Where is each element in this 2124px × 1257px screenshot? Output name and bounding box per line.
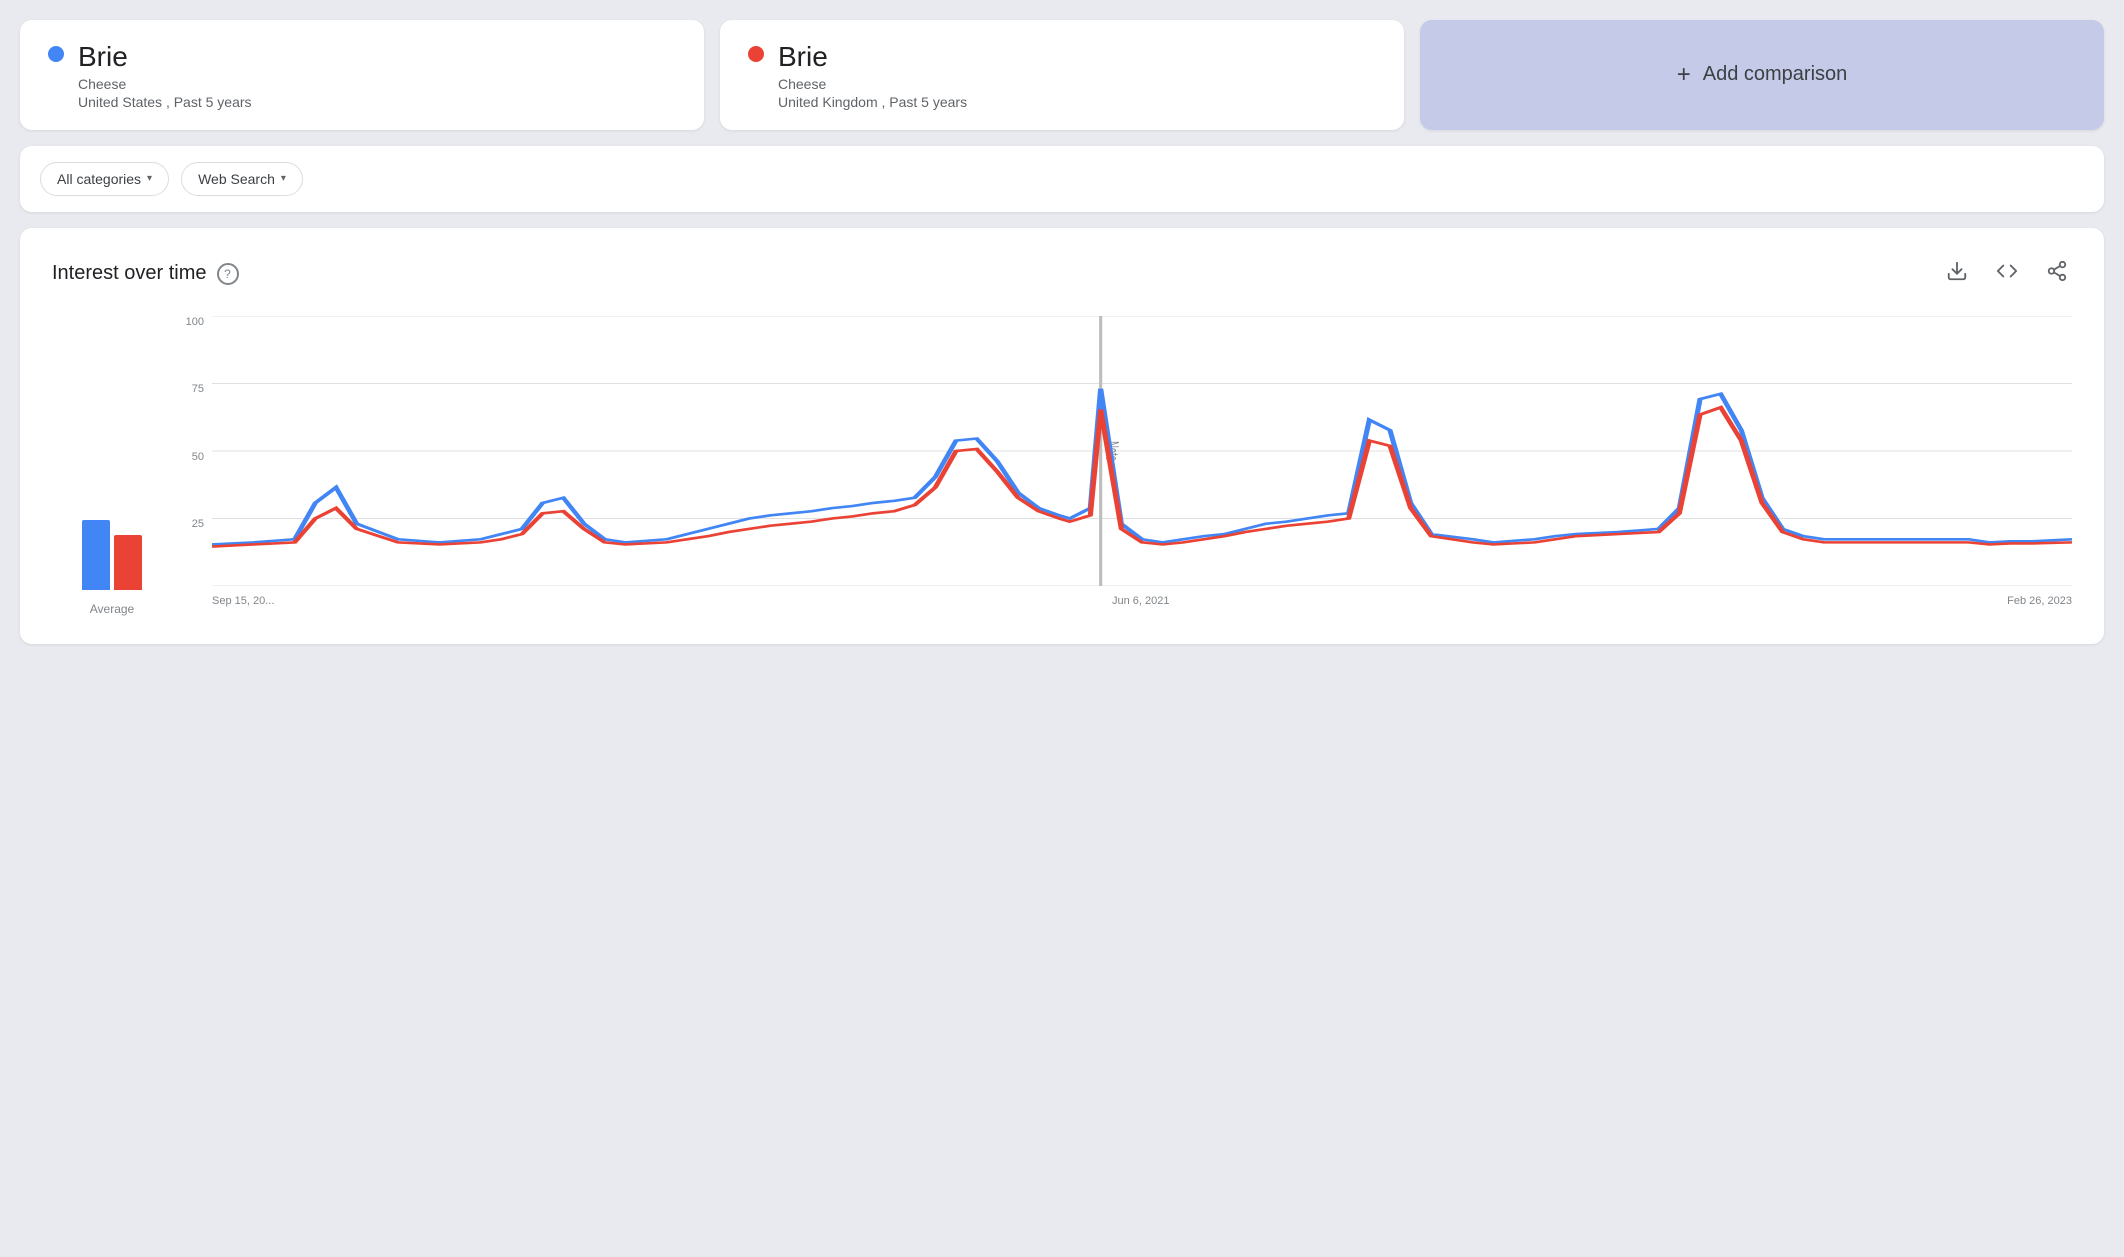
term-location-2: United Kingdom , Past 5 years bbox=[778, 94, 967, 110]
x-axis: Sep 15, 20... Jun 6, 2021 Feb 26, 2023 bbox=[212, 586, 2072, 616]
term-name-1: Brie bbox=[78, 40, 252, 74]
avg-bars bbox=[82, 510, 142, 590]
all-categories-dropdown[interactable]: All categories ▾ bbox=[40, 162, 169, 196]
chart-title-group: Interest over time ? bbox=[52, 262, 239, 285]
embed-button[interactable] bbox=[1992, 256, 2022, 292]
chevron-down-icon: ▾ bbox=[147, 173, 152, 184]
term-category-2: Cheese bbox=[778, 76, 967, 92]
help-icon-label: ? bbox=[224, 267, 231, 281]
web-search-dropdown[interactable]: Web Search ▾ bbox=[181, 162, 303, 196]
chart-svg: Note bbox=[212, 316, 2072, 586]
chart-header: Interest over time ? bbox=[52, 256, 2072, 292]
y-axis: 100 75 50 25 bbox=[172, 316, 212, 586]
chart-actions bbox=[1942, 256, 2072, 292]
top-section: Brie Cheese United States , Past 5 years… bbox=[20, 20, 2104, 130]
term-info-1: Brie Cheese United States , Past 5 years bbox=[78, 40, 252, 110]
chart-canvas: 100 75 50 25 bbox=[172, 316, 2072, 616]
x-label-start: Sep 15, 20... bbox=[212, 595, 274, 607]
help-icon[interactable]: ? bbox=[217, 263, 239, 285]
avg-bar-blue bbox=[82, 520, 110, 590]
web-search-label: Web Search bbox=[198, 171, 275, 187]
term-location-1: United States , Past 5 years bbox=[78, 94, 252, 110]
x-label-end: Feb 26, 2023 bbox=[2007, 595, 2072, 607]
download-button[interactable] bbox=[1942, 256, 1972, 292]
add-comparison-label: Add comparison bbox=[1703, 63, 1848, 86]
term-category-1: Cheese bbox=[78, 76, 252, 92]
chart-average-area: Average bbox=[52, 316, 172, 616]
blue-trend-line bbox=[212, 388, 2072, 544]
term-dot-1 bbox=[48, 46, 64, 62]
add-comparison-card[interactable]: + Add comparison bbox=[1420, 20, 2104, 130]
x-label-mid: Jun 6, 2021 bbox=[1112, 595, 1170, 607]
filters-section: All categories ▾ Web Search ▾ bbox=[20, 146, 2104, 212]
plus-icon: + bbox=[1677, 61, 1691, 89]
chart-body: Average 100 75 50 25 bbox=[52, 316, 2072, 616]
avg-bar-red bbox=[114, 535, 142, 590]
term-card-2: Brie Cheese United Kingdom , Past 5 year… bbox=[720, 20, 1404, 130]
chart-right: 100 75 50 25 bbox=[172, 316, 2072, 616]
y-label-50: 50 bbox=[172, 451, 212, 463]
avg-label: Average bbox=[90, 602, 134, 616]
chart-title: Interest over time bbox=[52, 262, 207, 285]
chevron-down-icon-2: ▾ bbox=[281, 173, 286, 184]
y-label-25: 25 bbox=[172, 518, 212, 530]
term-info-2: Brie Cheese United Kingdom , Past 5 year… bbox=[778, 40, 967, 110]
chart-plot: Note bbox=[212, 316, 2072, 586]
term-dot-2 bbox=[748, 46, 764, 62]
y-label-100: 100 bbox=[172, 316, 212, 328]
share-button[interactable] bbox=[2042, 256, 2072, 292]
term-card-1: Brie Cheese United States , Past 5 years bbox=[20, 20, 704, 130]
chart-section: Interest over time ? bbox=[20, 228, 2104, 644]
all-categories-label: All categories bbox=[57, 171, 141, 187]
term-name-2: Brie bbox=[778, 40, 967, 74]
y-label-75: 75 bbox=[172, 383, 212, 395]
red-trend-line bbox=[212, 407, 2072, 546]
